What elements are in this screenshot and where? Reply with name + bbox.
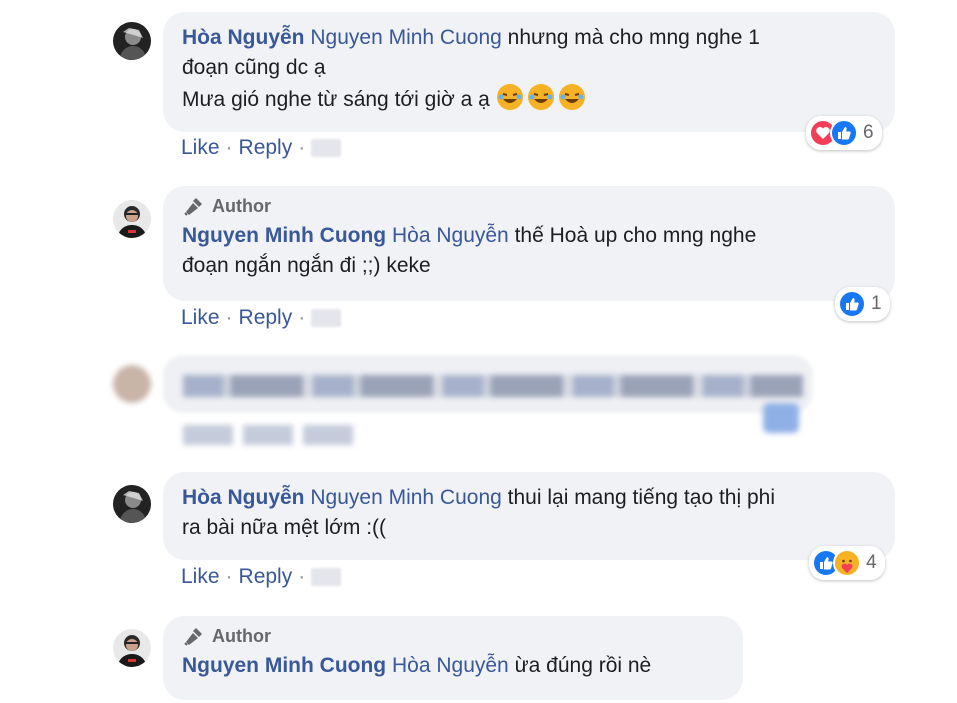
rofl-emoji-icon: [527, 84, 554, 110]
author-badge: Author: [182, 195, 877, 217]
comment-text: thế Hoà up cho mng nghe: [514, 224, 757, 247]
blurred-reaction: [763, 403, 799, 433]
care-reaction-icon: [833, 549, 861, 577]
blurred-comment: [113, 355, 833, 455]
author-name[interactable]: Hòa Nguyễn: [182, 486, 305, 509]
mention-tag[interactable]: Hòa Nguyễn: [392, 224, 509, 247]
separator: ·: [298, 565, 306, 588]
comment-text-line-3: Mưa gió nghe từ sáng tới giờ a ạ: [182, 88, 490, 111]
separator: ·: [225, 565, 233, 588]
timestamp-blurred: [311, 139, 342, 157]
separator: ·: [298, 136, 306, 159]
rofl-emoji-icon: [496, 84, 523, 110]
avatar-cuong[interactable]: [113, 629, 151, 667]
author-badge-label: Author: [212, 196, 271, 216]
blurred-actions: [183, 425, 353, 445]
avatar-hoa[interactable]: [113, 22, 151, 60]
reaction-summary[interactable]: 1: [835, 287, 890, 321]
blurred-avatar: [113, 365, 151, 403]
reaction-count: 4: [866, 552, 877, 573]
separator: ·: [225, 306, 233, 329]
mention-tag[interactable]: Nguyen Minh Cuong: [310, 26, 501, 49]
reaction-count: 1: [871, 293, 882, 314]
avatar-hoa[interactable]: [113, 485, 151, 523]
microphone-icon: [184, 628, 202, 646]
mention-tag[interactable]: Nguyen Minh Cuong: [310, 486, 501, 509]
comment-text: thui lại mang tiếng tạo thị phi: [507, 486, 775, 509]
comment-actions: Like · Reply ·: [181, 136, 342, 160]
comment-bubble: Author Nguyen Minh Cuong Hòa Nguyễn ừa đ…: [163, 616, 743, 700]
reply-link[interactable]: Reply: [239, 565, 293, 589]
blurred-text: [183, 375, 803, 397]
mention-tag[interactable]: Hòa Nguyễn: [392, 654, 509, 677]
timestamp-blurred: [311, 309, 342, 327]
like-link[interactable]: Like: [181, 306, 220, 330]
like-reaction-icon: [830, 119, 858, 147]
separator: ·: [298, 306, 306, 329]
comment-actions: Like · Reply ·: [181, 306, 342, 330]
comment-text: nhưng mà cho mng nghe 1: [507, 26, 760, 49]
reaction-summary[interactable]: 4: [809, 546, 885, 580]
comment-text: ừa đúng rồi nè: [514, 654, 652, 677]
comment-bubble: Hòa Nguyễn Nguyen Minh Cuong nhưng mà ch…: [163, 12, 895, 132]
comment-bubble: Author Nguyen Minh Cuong Hòa Nguyễn thế …: [163, 186, 895, 301]
avatar-cuong[interactable]: [113, 200, 151, 238]
author-name[interactable]: Nguyen Minh Cuong: [182, 224, 386, 247]
timestamp-blurred: [311, 568, 342, 586]
reaction-count: 6: [863, 122, 874, 143]
reply-link[interactable]: Reply: [239, 306, 293, 330]
reply-link[interactable]: Reply: [239, 136, 293, 160]
comment-text-line-2: ra bài nữa mệt lớm :((: [182, 516, 387, 539]
author-name[interactable]: Nguyen Minh Cuong: [182, 654, 386, 677]
microphone-icon: [184, 198, 202, 216]
separator: ·: [225, 136, 233, 159]
comment-bubble: Hòa Nguyễn Nguyen Minh Cuong thui lại ma…: [163, 472, 895, 560]
rofl-emoji-icon: [558, 84, 585, 110]
comment-actions: Like · Reply ·: [181, 565, 342, 589]
reaction-summary[interactable]: 6: [806, 116, 882, 150]
author-badge-label: Author: [212, 626, 271, 646]
comment-text-line-2: đoạn ngắn ngắn đi ;;) keke: [182, 254, 431, 277]
like-link[interactable]: Like: [181, 136, 220, 160]
like-link[interactable]: Like: [181, 565, 220, 589]
comment-text-line-2: đoạn cũng dc ạ: [182, 56, 326, 79]
author-name[interactable]: Hòa Nguyễn: [182, 26, 305, 49]
like-reaction-icon: [838, 290, 866, 318]
author-badge: Author: [182, 625, 725, 647]
